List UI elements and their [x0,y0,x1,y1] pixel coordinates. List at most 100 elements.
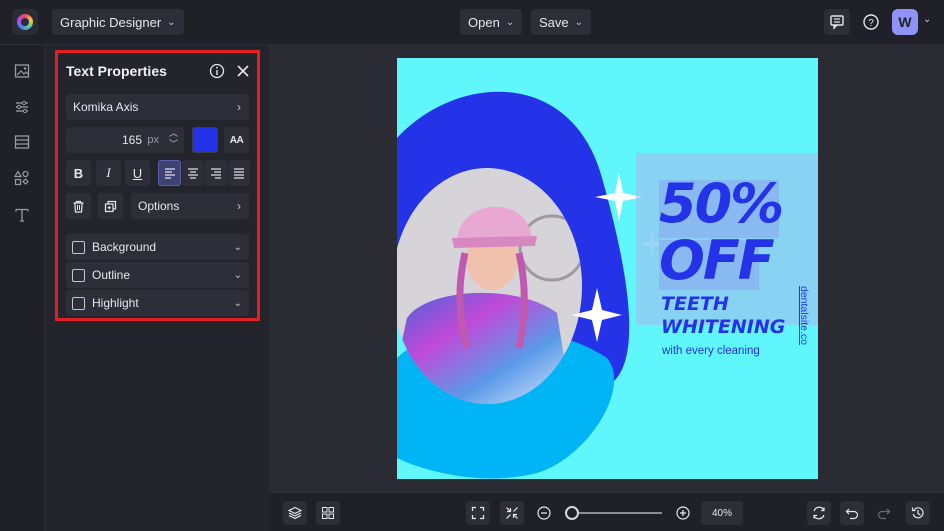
align-center-icon [188,168,198,179]
text-tool-button[interactable] [12,205,32,225]
bold-button[interactable]: B [66,160,91,186]
align-right-icon [211,168,221,179]
align-right-button[interactable] [205,160,227,186]
italic-icon: I [106,165,111,180]
highlight-section[interactable]: Highlight ⌄ [66,290,249,316]
stepper-arrows-icon[interactable]: ︿ ﹀ [169,128,178,150]
background-section[interactable]: Background ⌄ [66,234,249,260]
outline-label: Outline [92,268,131,282]
underline-button[interactable]: U [125,160,150,186]
app-logo[interactable] [12,9,38,35]
font-size-stepper[interactable]: 165 px ︿ ﹀ [66,127,184,153]
duplicate-button[interactable] [98,193,123,219]
collapse-icon [506,507,518,519]
trash-icon [73,200,84,213]
layers-button[interactable] [283,501,307,525]
background-label: Background [92,240,157,254]
canvas-area: 50% OFF TEETH WHITENING with every clean… [269,45,944,492]
fit-screen-button[interactable] [466,501,490,525]
help-button[interactable]: ? [858,9,884,35]
history-button[interactable] [906,501,930,525]
delete-button[interactable] [66,193,91,219]
background-checkbox[interactable] [72,240,85,254]
actual-size-button[interactable] [500,501,524,525]
options-label: Options [138,199,180,213]
feedback-button[interactable] [824,9,850,35]
align-left-icon [164,168,175,179]
refresh-icon [813,506,825,520]
project-menu-button[interactable]: Graphic Designer ⌄ [52,9,184,35]
headline-line1[interactable]: 50% [659,176,784,232]
expand-icon [471,506,485,520]
bottom-toolbar: 40% [269,492,944,531]
chevron-down-icon: ⌄ [233,241,242,253]
undo-button[interactable] [840,501,864,525]
history-icon [911,507,924,519]
open-button[interactable]: Open ⌄ [460,9,523,35]
zoom-slider-handle[interactable] [565,506,579,520]
highlight-checkbox[interactable] [72,296,85,310]
reset-button[interactable] [807,501,831,525]
grid-button[interactable] [316,501,340,525]
outline-section[interactable]: Outline ⌄ [66,262,249,288]
zoom-out-icon [537,506,551,520]
font-name: Komika Axis [73,100,139,114]
font-size-value: 165 [121,133,142,147]
account-menu-chevron-icon[interactable]: ⌄ [923,14,931,25]
layers-icon [288,506,302,520]
headline-line2[interactable]: OFF [659,233,775,289]
outline-checkbox[interactable] [72,268,85,282]
text-case-button[interactable]: AA [224,127,249,153]
website-text[interactable]: dentalsite.co [798,286,810,345]
info-button[interactable] [209,63,225,79]
graphics-tool-button[interactable] [12,168,32,188]
image-tool-button[interactable] [12,61,32,81]
zoom-out-button[interactable] [537,506,551,520]
options-button[interactable]: Options › [131,193,249,219]
chevron-down-icon: ⌄ [167,16,176,28]
chevron-down-icon: ⌄ [233,269,242,281]
highlight-label: Highlight [92,296,139,310]
redo-icon [877,508,891,520]
subhead-line2[interactable]: WHITENING [661,316,785,338]
image-icon [14,64,30,78]
chevron-right-icon: › [237,100,241,114]
subhead-line1[interactable]: TEETH [661,293,729,315]
underline-icon: U [132,165,143,181]
close-icon [237,65,249,77]
font-selector[interactable]: Komika Axis › [66,94,249,120]
align-center-button[interactable] [182,160,204,186]
text-color-swatch[interactable] [192,127,218,153]
zoom-level[interactable]: 40% [701,501,743,525]
chevron-right-icon: › [237,199,241,213]
chevron-down-icon: ⌄ [233,297,242,309]
align-justify-icon [234,168,244,179]
tool-rail [0,45,45,531]
layout-tool-button[interactable] [12,132,32,152]
user-avatar[interactable]: W [892,9,918,35]
align-justify-button[interactable] [228,160,250,186]
redo-button[interactable] [877,506,891,520]
open-label: Open [468,14,500,30]
sliders-icon [16,100,28,114]
font-size-unit: px [147,134,159,146]
duplicate-icon [104,200,117,212]
italic-button[interactable]: I [96,160,121,186]
bold-icon: B [73,165,84,181]
properties-column: Text Properties Komika Axis › 165 px ︿ ﹀ … [45,45,269,531]
undo-icon [845,508,859,520]
zoom-in-button[interactable] [676,506,690,520]
align-left-button[interactable] [158,160,181,186]
text-case-icon: AA [229,134,244,146]
design-artboard[interactable]: 50% OFF TEETH WHITENING with every clean… [397,58,818,479]
save-button[interactable]: Save ⌄ [531,9,592,35]
adjust-tool-button[interactable] [12,97,32,117]
zoom-in-icon [676,506,690,520]
zoom-slider-track[interactable] [569,512,662,514]
close-panel-button[interactable] [236,64,250,78]
logo-icon [17,14,33,30]
chat-icon [830,15,844,30]
info-icon [209,63,225,79]
layout-icon [14,135,30,149]
tagline[interactable]: with every cleaning [662,345,760,357]
